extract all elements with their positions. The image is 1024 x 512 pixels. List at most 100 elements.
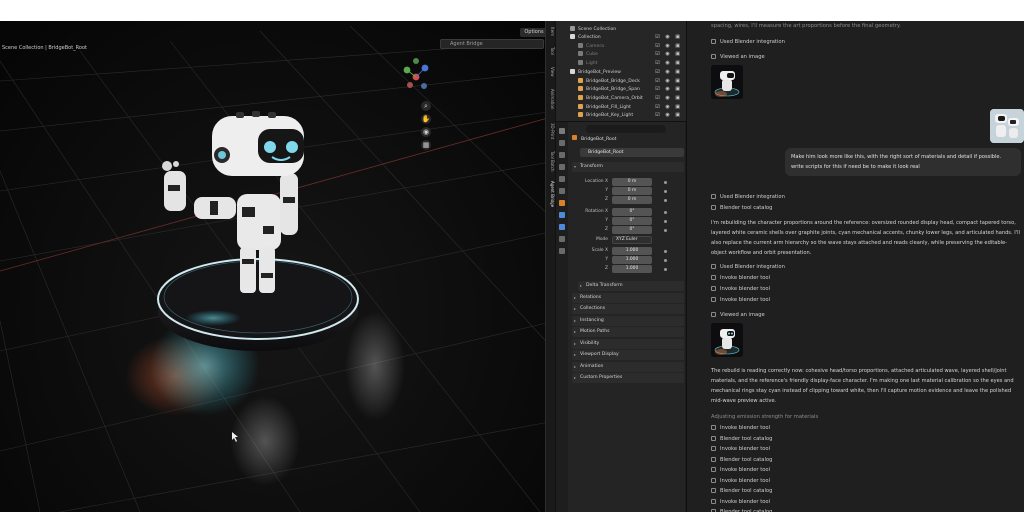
keyframe-dot[interactable] [664, 250, 667, 253]
rotation-x-field[interactable]: 0° [612, 208, 652, 216]
tab-item[interactable]: Item [547, 27, 555, 36]
property-panel-header[interactable]: Instancing [572, 315, 684, 326]
render-tab-icon[interactable] [559, 140, 565, 146]
property-panel-header[interactable]: Delta Transform [578, 281, 684, 291]
chat-tool-log-item[interactable]: Invoke blender tool [711, 477, 770, 485]
visibility-toggle-icons[interactable]: ☑ ◉ ▣ [655, 69, 682, 75]
tool-tab-icon[interactable] [559, 128, 565, 134]
location-y-field[interactable]: 0 m [612, 187, 652, 195]
visibility-toggle-icons[interactable]: ☑ ◉ ▣ [655, 34, 682, 40]
keyframe-dot[interactable] [664, 268, 667, 271]
outliner-item[interactable]: BridgeBot_Bridge_Span [578, 86, 640, 94]
keyframe-dot[interactable] [664, 229, 667, 232]
outliner-item[interactable]: BridgeBot_Preview [570, 68, 621, 77]
property-panel-header[interactable]: Custom Properties [572, 373, 684, 383]
keyframe-dot[interactable] [664, 211, 667, 214]
modifier-tab-icon[interactable] [559, 212, 565, 218]
property-panel-header[interactable]: Visibility [572, 338, 684, 349]
constraints-tab-icon[interactable] [559, 236, 565, 242]
visibility-toggle-icons[interactable]: ☑ ◉ ▣ [655, 95, 682, 101]
outliner-scene-collection[interactable]: Scene Collection [570, 26, 616, 34]
visibility-toggle-icons[interactable]: ☑ ◉ ▣ [655, 43, 682, 49]
chat-tool-catalog[interactable]: Blender tool catalog [711, 204, 772, 212]
outliner-item[interactable]: BridgeBot_Fill_Light [578, 103, 631, 112]
scale-y-field[interactable]: 1.000 [612, 256, 652, 264]
viewed-image-thumbnail[interactable] [711, 323, 743, 357]
property-panel-header[interactable]: Motion Paths [572, 327, 684, 337]
visibility-toggle-icons[interactable]: ☑ ◉ ▣ [655, 104, 682, 110]
property-panel-header[interactable]: Relations [572, 292, 684, 303]
chat-used-integration[interactable]: Used Blender integration [711, 263, 785, 271]
chat-used-integration[interactable]: Used Blender integration [711, 193, 785, 201]
location-z-field[interactable]: 0 m [612, 196, 652, 204]
property-panel-header[interactable]: Collections [572, 304, 684, 314]
outliner-item[interactable]: Light [578, 60, 597, 68]
tab-view[interactable]: View [547, 67, 555, 77]
rotation-z-field[interactable]: 0° [612, 226, 652, 234]
property-panel-header[interactable]: Viewport Display [572, 350, 684, 360]
data-tab-icon[interactable] [559, 248, 565, 254]
outliner-item[interactable]: BridgeBot_Camera_Orbit [578, 94, 643, 103]
zoom-icon[interactable]: ⌕ [421, 101, 431, 111]
chat-tool-log-item[interactable]: Blender tool catalog [711, 435, 772, 443]
chat-panel[interactable]: spacing, wires, I'll measure the art pro… [686, 21, 1024, 512]
outliner-item[interactable]: Cube [578, 51, 598, 59]
physics-tab-icon[interactable] [559, 224, 565, 230]
tab-agent-bridge[interactable]: Agent Bridge [547, 181, 555, 207]
view-layer-tab-icon[interactable] [559, 164, 565, 170]
visibility-toggle-icons[interactable]: ☑ ◉ ▣ [655, 51, 682, 57]
chat-viewed-image[interactable]: Viewed an image [711, 53, 765, 61]
chat-tool-log-item[interactable]: Blender tool catalog [711, 456, 772, 464]
chat-tool-log-item[interactable]: Invoke blender tool [711, 445, 770, 453]
property-panel-header[interactable]: Animation [572, 361, 684, 372]
options-button[interactable]: Options [520, 28, 548, 37]
chat-tool-log-item[interactable]: Invoke blender tool [711, 498, 770, 506]
chat-invoke-tool[interactable]: Invoke blender tool [711, 274, 770, 282]
properties-editor[interactable]: BridgeBot_Root BridgeBot_Root Transform … [568, 122, 686, 512]
chat-invoke-tool[interactable]: Invoke blender tool [711, 296, 770, 304]
agent-bridge-search[interactable]: Agent Bridge [440, 39, 544, 49]
scale-z-field[interactable]: 1.000 [612, 265, 652, 273]
output-tab-icon[interactable] [559, 152, 565, 158]
tab-tool[interactable]: Tool [547, 47, 555, 55]
visibility-toggle-icons[interactable]: ☑ ◉ ▣ [655, 112, 682, 118]
tab-3d-print[interactable]: 3D-Print [547, 123, 555, 139]
keyframe-dot[interactable] [664, 199, 667, 202]
pan-hand-icon[interactable]: ✋ [421, 114, 431, 124]
scene-tab-icon[interactable] [559, 176, 565, 182]
outliner-item[interactable]: BridgeBot_Key_Light [578, 112, 633, 120]
keyframe-dot[interactable] [664, 259, 667, 262]
visibility-toggle-icons[interactable]: ☑ ◉ ▣ [655, 86, 682, 92]
rotation-y-field[interactable]: 0° [612, 217, 652, 225]
chat-invoke-tool[interactable]: Invoke blender tool [711, 285, 770, 293]
outliner-item[interactable]: BridgeBot_Bridge_Deck [578, 77, 640, 86]
chat-tool-log-item[interactable]: Blender tool catalog [711, 487, 772, 495]
chat-tool-log-item[interactable]: Invoke blender tool [711, 466, 770, 474]
keyframe-dot[interactable] [664, 220, 667, 223]
world-tab-icon[interactable] [559, 188, 565, 194]
chat-viewed-image[interactable]: Viewed an image [711, 311, 765, 319]
visibility-toggle-icons[interactable]: ☑ ◉ ▣ [655, 60, 682, 66]
3d-viewport[interactable]: Scene Collection | BridgeBot_Root Option… [0, 21, 555, 512]
camera-icon[interactable]: ◉ [421, 127, 431, 137]
object-name-field[interactable]: BridgeBot_Root [580, 148, 684, 157]
user-reference-image[interactable] [990, 109, 1024, 143]
outliner-item[interactable]: Collection [570, 34, 601, 42]
outliner[interactable]: Scene Collection Collection ☑ ◉ ▣ Camera ☑ … [556, 21, 686, 122]
object-tab-icon[interactable] [559, 200, 565, 206]
location-x-field[interactable]: 0 m [612, 178, 652, 186]
tab-animation[interactable]: Animation [547, 89, 555, 109]
chat-tool-log-item[interactable]: Invoke blender tool [711, 424, 770, 432]
keyframe-dot[interactable] [664, 190, 667, 193]
viewed-image-thumbnail[interactable] [711, 65, 743, 99]
visibility-toggle-icons[interactable]: ☑ ◉ ▣ [655, 78, 682, 84]
chat-tool-log-item[interactable]: Blender tool catalog [711, 508, 772, 512]
scale-x-field[interactable]: 1.000 [612, 247, 652, 255]
chat-used-integration[interactable]: Used Blender integration [711, 38, 785, 46]
properties-search[interactable] [586, 125, 666, 133]
keyframe-dot[interactable] [664, 181, 667, 184]
grid-icon[interactable]: ▦ [421, 140, 431, 150]
transform-panel-header[interactable]: Transform [572, 162, 684, 172]
rotation-mode-select[interactable]: XYZ Euler [612, 236, 652, 244]
tab-tool-batch[interactable]: Tool Batch [547, 151, 555, 172]
